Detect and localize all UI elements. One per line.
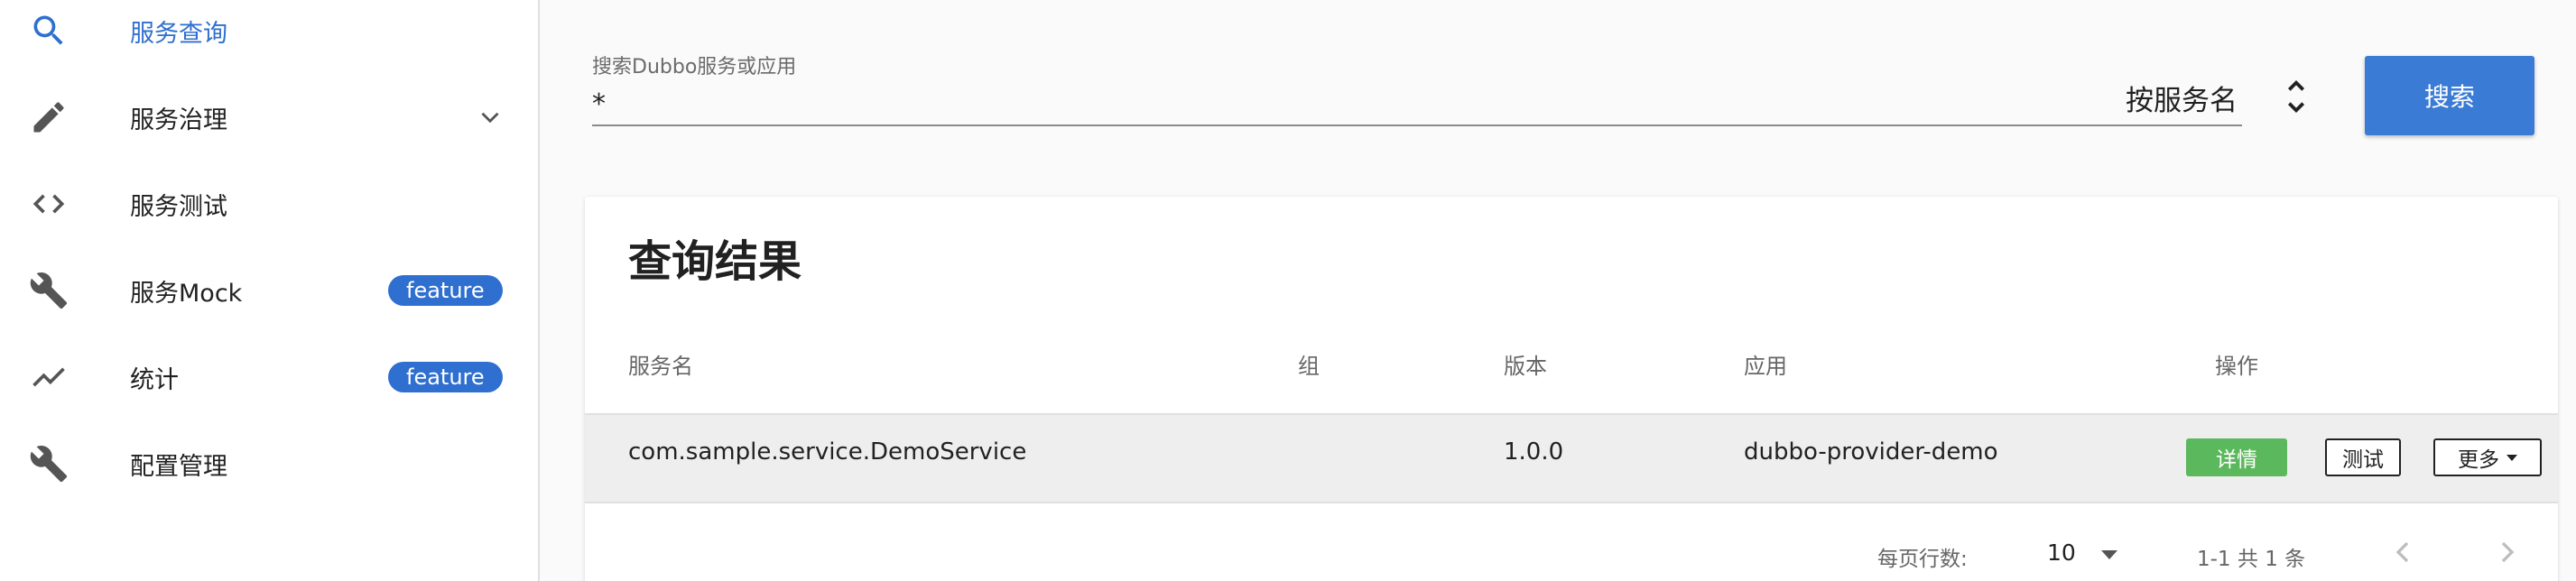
sidebar-item-config-management[interactable]: 配置管理	[0, 420, 538, 507]
sidebar-item-label: 服务测试	[130, 192, 227, 221]
sidebar-item-label: 服务查询	[130, 19, 227, 48]
search-mode-select[interactable]: 按服务名	[2126, 78, 2238, 118]
column-header-app[interactable]: 应用	[1744, 348, 1787, 380]
search-button[interactable]: 搜索	[2365, 56, 2534, 135]
column-header-version[interactable]: 版本	[1504, 348, 1547, 380]
code-icon	[29, 184, 69, 224]
chevron-right-icon[interactable]	[2489, 534, 2525, 570]
sidebar-item-label: 配置管理	[130, 452, 227, 481]
search-input[interactable]	[592, 83, 2242, 126]
divider	[585, 502, 2558, 503]
sidebar-item-service-query[interactable]: 服务查询	[0, 0, 538, 74]
wrench-icon	[29, 444, 69, 484]
feature-badge: feature	[388, 362, 503, 392]
search-icon	[29, 11, 69, 51]
chevron-left-icon[interactable]	[2385, 534, 2421, 570]
sidebar-item-service-mock[interactable]: 服务Mock feature	[0, 247, 538, 334]
search-label: 搜索Dubbo服务或应用	[592, 56, 797, 78]
unfold-icon[interactable]	[2284, 76, 2309, 117]
sidebar-item-statistics[interactable]: 统计 feature	[0, 334, 538, 420]
detail-button[interactable]: 详情	[2186, 438, 2287, 476]
pencil-icon	[29, 97, 69, 137]
more-button[interactable]: 更多	[2433, 438, 2542, 476]
search-field: 搜索Dubbo服务或应用	[592, 51, 2242, 134]
sidebar-item-label: 统计	[130, 365, 179, 394]
trending-icon	[29, 357, 69, 397]
more-label: 更多	[2458, 448, 2499, 472]
caret-down-icon[interactable]	[2101, 550, 2117, 559]
caret-down-icon	[2507, 454, 2517, 461]
feature-badge: feature	[388, 275, 503, 306]
sidebar-item-service-governance[interactable]: 服务治理	[0, 74, 538, 161]
sidebar-item-label: 服务治理	[130, 106, 227, 134]
sidebar-item-service-test[interactable]: 服务测试	[0, 161, 538, 247]
results-title: 查询结果	[628, 236, 802, 287]
wrench-icon	[29, 271, 69, 310]
column-header-group[interactable]: 组	[1298, 348, 1320, 380]
rows-per-page-select[interactable]: 10	[2047, 540, 2076, 566]
cell-version: 1.0.0	[1504, 438, 1564, 466]
pagination-range: 1-1 共 1 条	[2197, 548, 2306, 571]
chevron-down-icon[interactable]	[475, 102, 505, 133]
test-button[interactable]: 测试	[2325, 438, 2401, 476]
sidebar: 服务查询 服务治理 服务测试 服务Mock feature 统计 feature…	[0, 0, 540, 581]
column-header-actions: 操作	[2215, 354, 2258, 379]
cell-app: dubbo-provider-demo	[1744, 438, 1998, 466]
rows-per-page-label: 每页行数:	[1877, 548, 1968, 571]
column-header-service[interactable]: 服务名	[628, 348, 693, 380]
results-card: 查询结果 服务名 组 版本 应用 操作 com.sample.service.D…	[585, 197, 2558, 581]
cell-service: com.sample.service.DemoService	[628, 438, 1027, 466]
sidebar-item-label: 服务Mock	[130, 279, 243, 308]
